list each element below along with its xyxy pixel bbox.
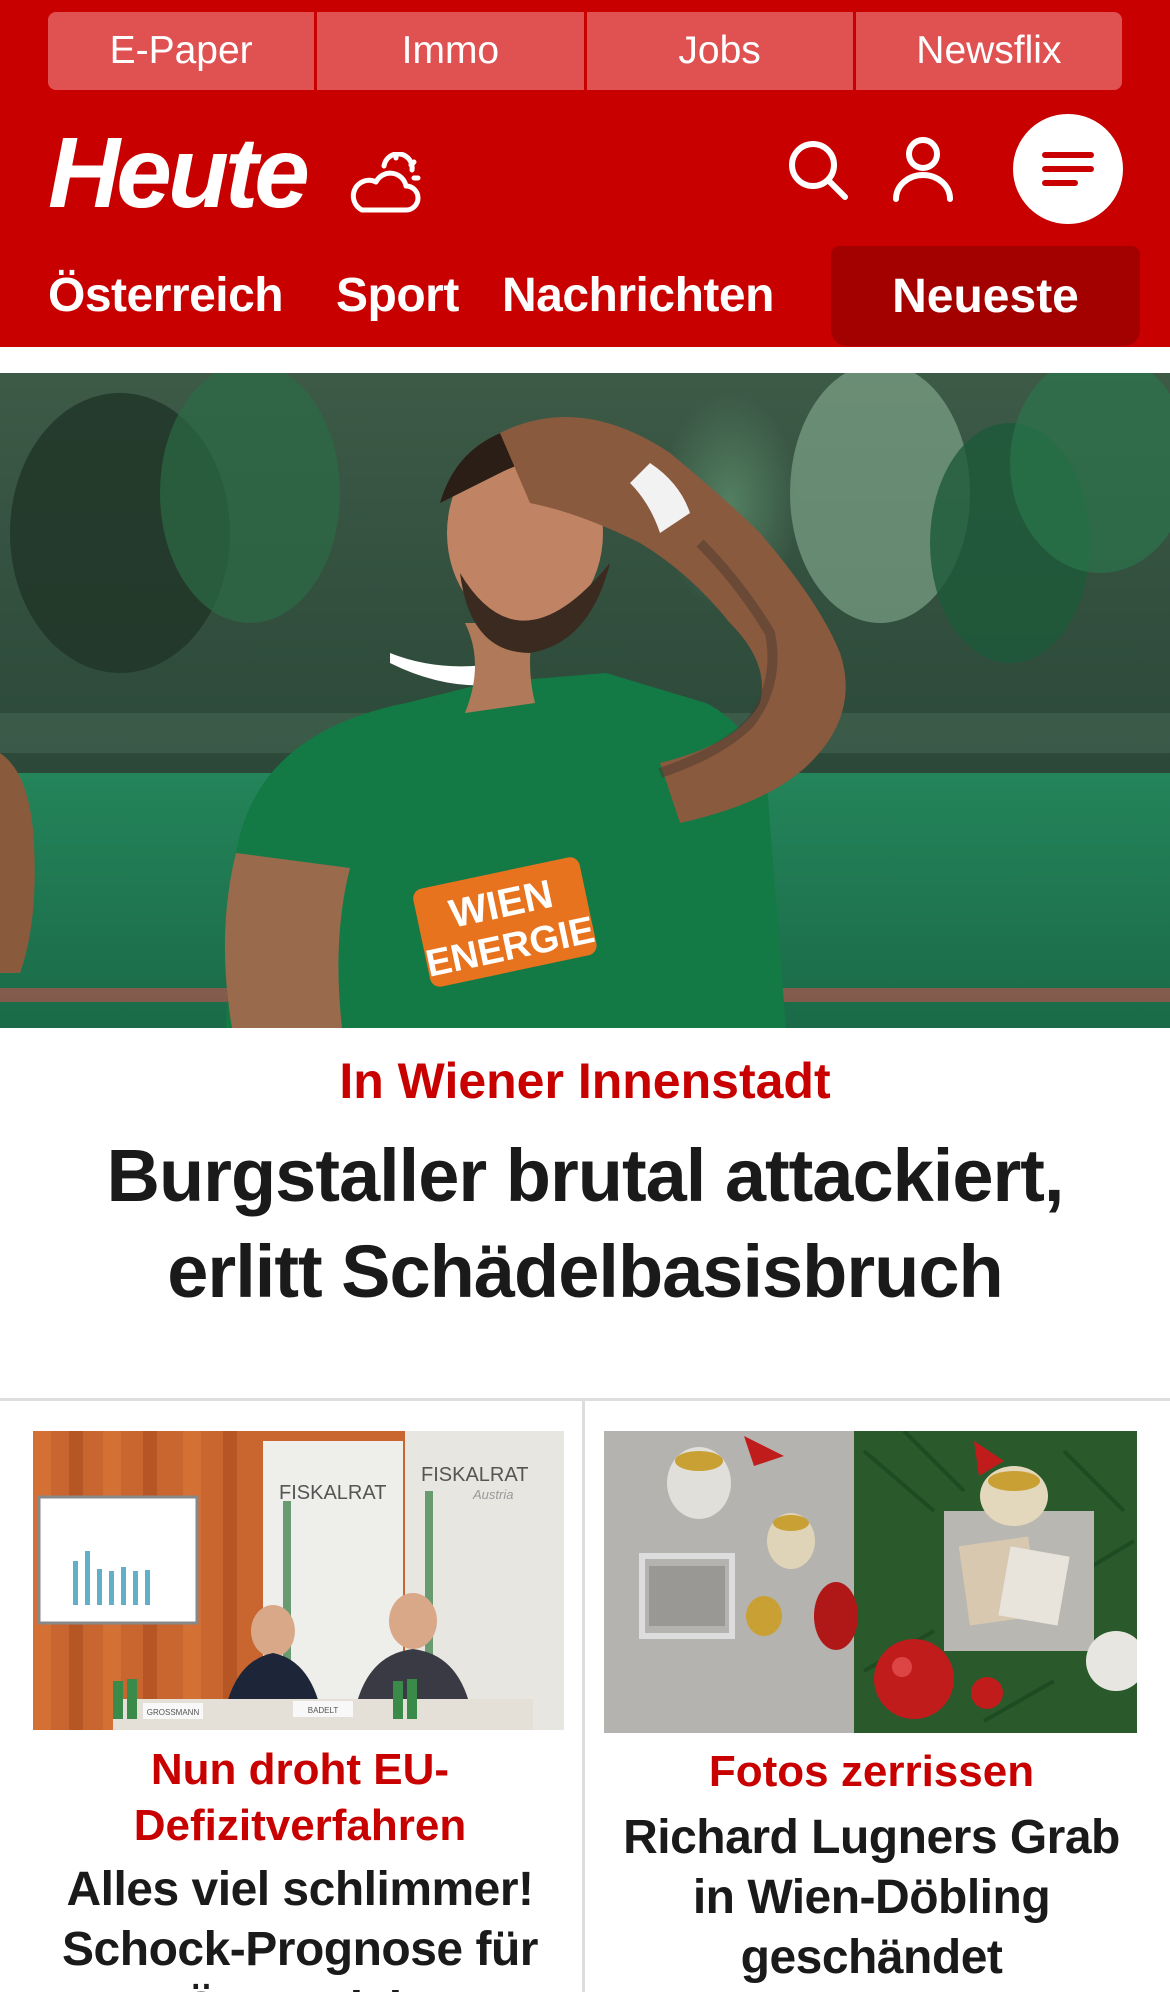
nameplate-2: BADELT xyxy=(308,1706,339,1715)
teaser-image-fiskalrat[interactable]: FISKALRAT FISKALRAT Austria GROSSMANN BA… xyxy=(33,1431,564,1730)
topnav-jobs[interactable]: Jobs xyxy=(586,12,853,90)
teaser-kicker[interactable]: Nun droht EU-Defizitverfahren xyxy=(20,1742,580,1854)
menu-icon xyxy=(1042,152,1094,186)
category-navigation: Österreich Sport Nachrichten Neueste xyxy=(0,244,1170,347)
teaser-kicker[interactable]: Fotos zerrissen xyxy=(600,1744,1143,1800)
category-neueste[interactable]: Neueste xyxy=(831,246,1140,346)
teaser-headline[interactable]: Richard Lugners Grab in Wien-Döbling ges… xyxy=(600,1808,1143,1988)
search-icon[interactable] xyxy=(786,138,850,202)
banner-sign-1: FISKALRAT xyxy=(279,1482,386,1504)
banner-sign-2: FISKALRAT xyxy=(421,1464,528,1486)
user-icon[interactable] xyxy=(892,136,954,202)
banner-sign-sub: Austria xyxy=(472,1487,513,1502)
cloud-sun-icon[interactable] xyxy=(346,152,422,214)
category-nachrichten[interactable]: Nachrichten xyxy=(502,268,774,323)
menu-button[interactable] xyxy=(1013,114,1123,224)
category-sport[interactable]: Sport xyxy=(336,268,459,323)
top-navigation: E-Paper Immo Jobs Newsflix xyxy=(48,12,1122,90)
nameplate-1: GROSSMANN xyxy=(147,1708,200,1717)
hero-image[interactable]: WIEN ENERGIE xyxy=(0,373,1170,1028)
teaser-headline[interactable]: Alles viel schlimmer! Schock-Prognose fü… xyxy=(20,1860,580,1992)
hero-headline[interactable]: Burgstaller brutal attackiert, erlitt Sc… xyxy=(40,1128,1130,1320)
teaser-image-lugner-grave[interactable] xyxy=(604,1431,1137,1733)
topnav-epaper[interactable]: E-Paper xyxy=(48,12,315,90)
topnav-immo[interactable]: Immo xyxy=(317,12,584,90)
category-oesterreich[interactable]: Österreich xyxy=(48,268,284,323)
section-divider xyxy=(0,1398,1170,1401)
hero-kicker[interactable]: In Wiener Innenstadt xyxy=(0,1052,1170,1110)
column-divider xyxy=(582,1401,585,1992)
site-logo[interactable]: Heute xyxy=(48,123,310,223)
topnav-newsflix[interactable]: Newsflix xyxy=(855,12,1122,90)
site-header: E-Paper Immo Jobs Newsflix Heute Österre… xyxy=(0,0,1170,347)
